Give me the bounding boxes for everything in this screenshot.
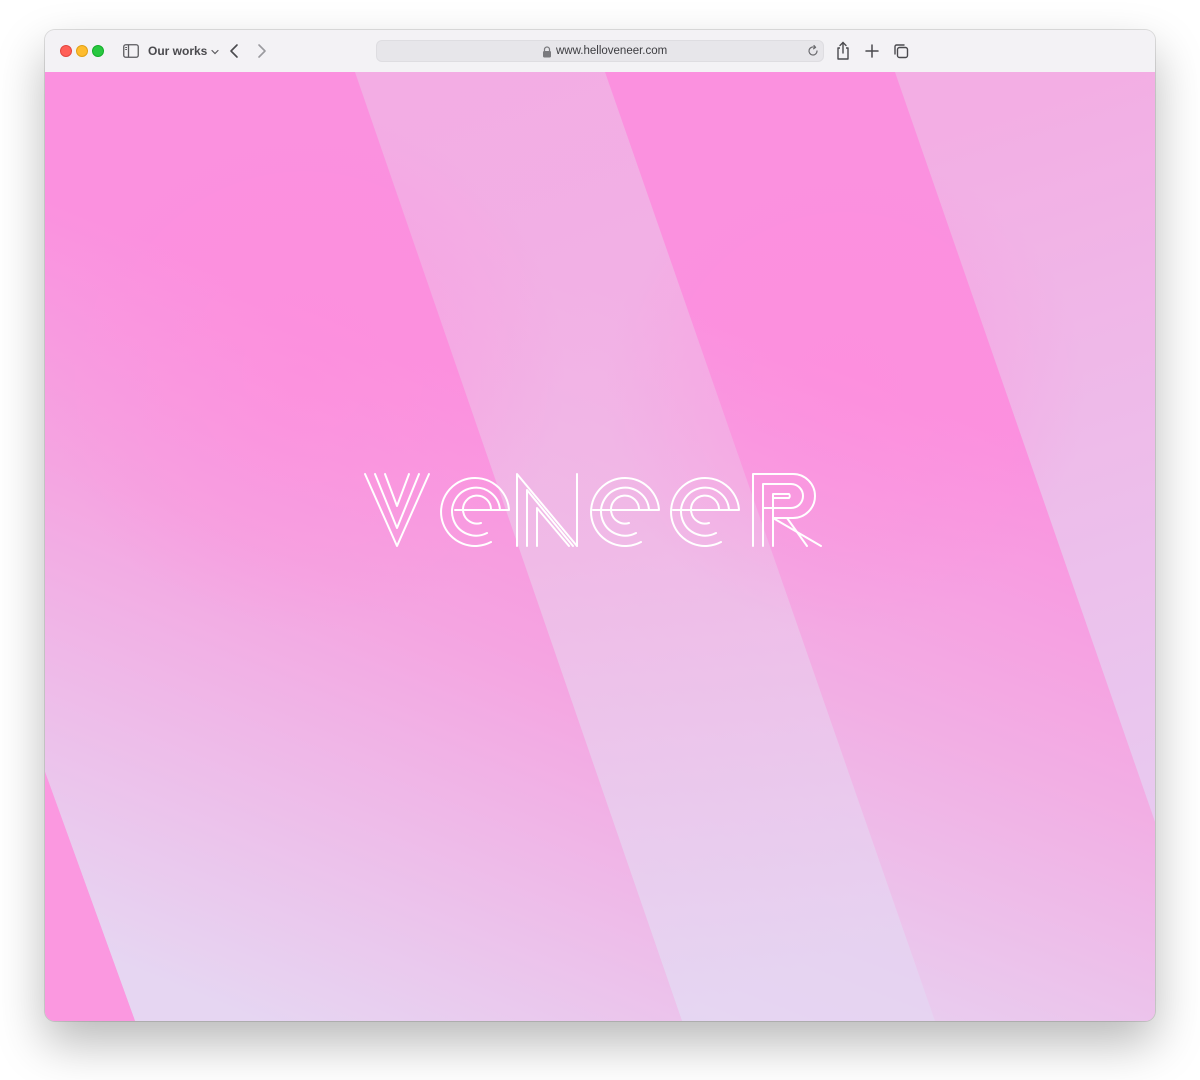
chevron-right-icon[interactable] — [253, 42, 271, 60]
tab-group-selector[interactable]: Our works — [148, 43, 219, 59]
minimize-window-button[interactable] — [76, 45, 88, 57]
browser-toolbar: Our works www.helloveneer.com — [45, 30, 1155, 73]
close-window-button[interactable] — [60, 45, 72, 57]
chevron-left-icon[interactable] — [225, 42, 243, 60]
chevron-down-icon — [211, 43, 219, 59]
browser-window: Our works www.helloveneer.com — [45, 30, 1155, 1021]
maximize-window-button[interactable] — [92, 45, 104, 57]
share-icon[interactable] — [834, 41, 852, 61]
sidebar-icon[interactable] — [123, 43, 139, 59]
lock-icon — [542, 45, 552, 58]
reload-icon[interactable] — [806, 44, 820, 58]
plus-icon[interactable] — [863, 42, 881, 60]
tabs-icon[interactable] — [892, 42, 910, 60]
veneer-logo-mark — [364, 473, 822, 547]
tab-group-title: Our works — [148, 44, 208, 58]
veneer-logo[interactable]: veneer — [363, 470, 825, 550]
page-content: veneer — [45, 72, 1155, 1021]
address-bar[interactable]: www.helloveneer.com — [376, 40, 824, 62]
url-text: www.helloveneer.com — [556, 45, 668, 57]
